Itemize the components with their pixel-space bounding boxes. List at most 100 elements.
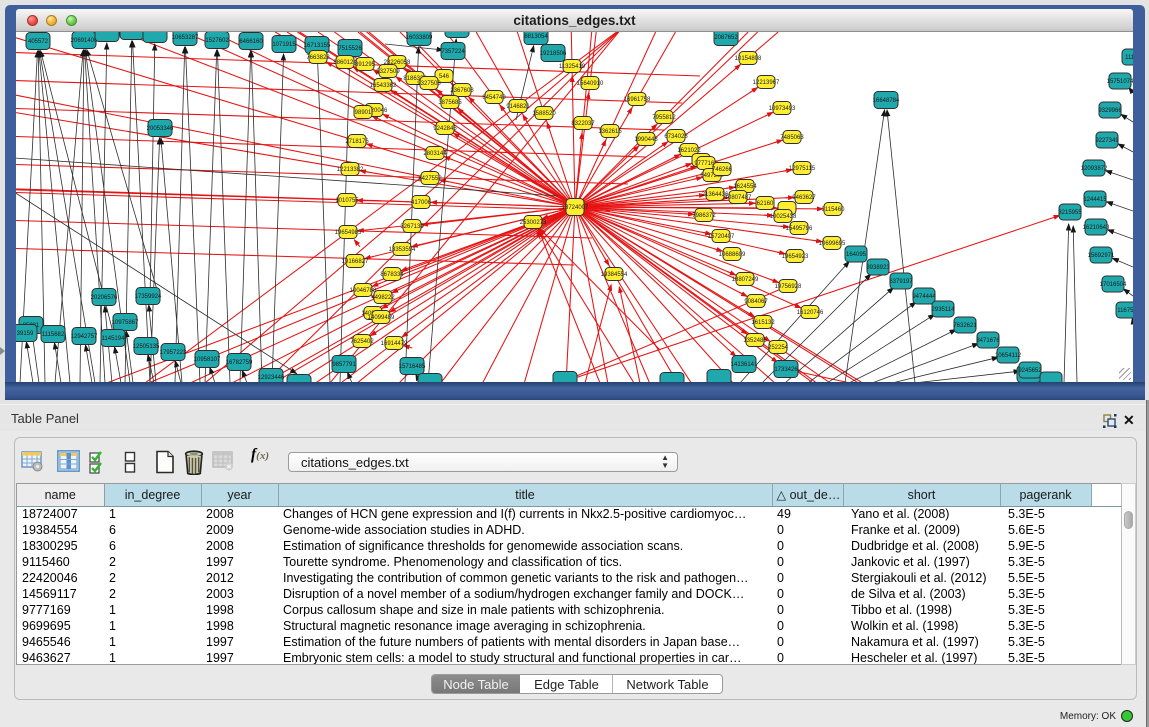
svg-text:14136141: 14136141 bbox=[731, 362, 758, 368]
svg-text:12505135: 12505135 bbox=[133, 344, 160, 350]
svg-text:10973493: 10973493 bbox=[769, 106, 796, 112]
svg-text:19166827: 19166827 bbox=[342, 259, 369, 265]
svg-text:16033809: 16033809 bbox=[406, 35, 433, 41]
svg-text:391295: 391295 bbox=[355, 62, 376, 68]
svg-text:1010755: 1010755 bbox=[335, 198, 359, 204]
svg-text:1362615: 1362615 bbox=[598, 129, 622, 135]
svg-text:10975867: 10975867 bbox=[112, 320, 139, 326]
svg-text:7515526: 7515526 bbox=[338, 46, 362, 52]
svg-text:252254: 252254 bbox=[768, 345, 789, 351]
svg-text:12975115: 12975115 bbox=[789, 166, 816, 172]
svg-text:9474444: 9474444 bbox=[912, 294, 936, 300]
svg-text:15640910: 15640910 bbox=[577, 81, 604, 87]
svg-text:9146821: 9146821 bbox=[506, 104, 530, 110]
svg-text:20691406: 20691406 bbox=[71, 38, 98, 44]
svg-text:6466160: 6466160 bbox=[239, 39, 263, 45]
svg-text:1145194: 1145194 bbox=[102, 336, 126, 342]
svg-text:546: 546 bbox=[439, 74, 450, 80]
svg-text:2935114: 2935114 bbox=[932, 307, 956, 313]
svg-text:17957223: 17957223 bbox=[160, 350, 187, 356]
svg-text:8471676: 8471676 bbox=[976, 338, 1000, 344]
svg-text:18724007: 18724007 bbox=[562, 205, 589, 211]
svg-text:25300273: 25300273 bbox=[520, 220, 547, 226]
svg-text:15692971: 15692971 bbox=[1088, 253, 1115, 259]
svg-text:14099489: 14099489 bbox=[368, 315, 395, 321]
svg-text:16120746: 16120746 bbox=[797, 310, 824, 316]
svg-text:9227349: 9227349 bbox=[1095, 138, 1119, 144]
svg-text:13353594: 13353594 bbox=[389, 247, 416, 253]
svg-text:3875685: 3875685 bbox=[438, 100, 462, 106]
svg-text:9242845: 9242845 bbox=[433, 126, 457, 132]
svg-text:4498222: 4498222 bbox=[371, 295, 395, 301]
svg-text:16713155: 16713155 bbox=[304, 43, 331, 49]
svg-text:9463627: 9463627 bbox=[792, 195, 816, 201]
svg-text:19384554: 19384554 bbox=[601, 272, 628, 278]
svg-text:1115682: 1115682 bbox=[42, 332, 65, 338]
svg-text:1071915: 1071915 bbox=[272, 42, 296, 48]
svg-text:19654985: 19654985 bbox=[335, 230, 362, 236]
svg-text:10699695: 10699695 bbox=[819, 241, 846, 247]
svg-text:12213967: 12213967 bbox=[753, 80, 780, 86]
svg-text:39159: 39159 bbox=[17, 331, 34, 337]
svg-text:19756928: 19756928 bbox=[775, 284, 802, 290]
svg-text:8938923: 8938923 bbox=[866, 265, 890, 271]
svg-text:15495796: 15495796 bbox=[786, 226, 813, 232]
svg-text:10654112: 10654112 bbox=[995, 353, 1022, 359]
svg-text:9327509: 9327509 bbox=[376, 69, 400, 75]
svg-text:405572: 405572 bbox=[28, 39, 49, 45]
svg-text:16543362: 16543362 bbox=[370, 83, 397, 89]
svg-text:1352485: 1352485 bbox=[743, 338, 767, 344]
svg-text:1244415: 1244415 bbox=[1083, 197, 1107, 203]
svg-text:417006: 417006 bbox=[411, 200, 432, 206]
svg-text:9115460: 9115460 bbox=[822, 207, 846, 213]
svg-text:12923446: 12923446 bbox=[258, 375, 285, 381]
svg-text:1527602: 1527602 bbox=[205, 38, 229, 44]
svg-text:17016504: 17016504 bbox=[1100, 282, 1127, 288]
svg-text:2087652: 2087652 bbox=[714, 35, 738, 41]
svg-text:18807249: 18807249 bbox=[732, 277, 759, 283]
svg-text:10046788: 10046788 bbox=[350, 288, 377, 294]
svg-text:7955812: 7955812 bbox=[652, 115, 676, 121]
svg-text:9245652: 9245652 bbox=[1018, 368, 1042, 374]
svg-text:20206576: 20206576 bbox=[91, 295, 118, 301]
svg-text:8427552: 8427552 bbox=[418, 176, 442, 182]
svg-text:9327508: 9327508 bbox=[417, 81, 441, 87]
svg-text:10807487: 10807487 bbox=[725, 195, 752, 201]
svg-text:7663822: 7663822 bbox=[306, 55, 330, 61]
svg-text:12942757: 12942757 bbox=[71, 334, 98, 340]
svg-text:16782759: 16782759 bbox=[226, 360, 253, 366]
svg-text:3267130: 3267130 bbox=[400, 224, 424, 230]
svg-text:7485063: 7485063 bbox=[780, 135, 804, 141]
svg-text:7625402: 7625402 bbox=[350, 339, 374, 345]
svg-text:7986372: 7986372 bbox=[692, 213, 716, 219]
svg-text:10653287: 10653287 bbox=[172, 35, 199, 41]
svg-text:98901: 98901 bbox=[355, 110, 372, 116]
svg-text:11325419: 11325419 bbox=[559, 64, 586, 70]
svg-text:15716485: 15716485 bbox=[399, 364, 426, 370]
svg-text:19654923: 19654923 bbox=[782, 254, 809, 260]
svg-text:2718176: 2718176 bbox=[345, 139, 369, 145]
svg-text:8322037: 8322037 bbox=[571, 121, 595, 127]
svg-text:17359924: 17359924 bbox=[135, 294, 162, 300]
svg-text:9329966: 9329966 bbox=[1098, 108, 1122, 114]
svg-text:746266: 746266 bbox=[712, 167, 733, 173]
svg-text:19218506: 19218506 bbox=[540, 51, 567, 57]
svg-text:12093872: 12093872 bbox=[1081, 166, 1108, 172]
svg-text:8813054: 8813054 bbox=[524, 34, 548, 40]
svg-text:15720407: 15720407 bbox=[708, 234, 735, 240]
svg-text:10958107: 10958107 bbox=[194, 357, 221, 363]
svg-text:16648784: 16648784 bbox=[873, 98, 900, 104]
svg-text:1624554: 1624554 bbox=[733, 184, 757, 190]
svg-text:16210643: 16210643 bbox=[1083, 225, 1110, 231]
svg-text:3215955: 3215955 bbox=[1058, 210, 1082, 216]
svg-text:12213382: 12213382 bbox=[337, 167, 364, 173]
svg-text:8454749: 8454749 bbox=[482, 95, 506, 101]
svg-text:9084067: 9084067 bbox=[744, 299, 768, 305]
svg-text:7632621: 7632621 bbox=[953, 323, 977, 329]
svg-text:6379197: 6379197 bbox=[889, 279, 913, 285]
svg-text:1615132: 1615132 bbox=[751, 320, 775, 326]
svg-text:116753: 116753 bbox=[1117, 308, 1133, 314]
svg-text:10154808: 10154808 bbox=[735, 56, 762, 62]
svg-text:10688609: 10688609 bbox=[719, 252, 746, 258]
svg-text:8678334: 8678334 bbox=[380, 272, 404, 278]
